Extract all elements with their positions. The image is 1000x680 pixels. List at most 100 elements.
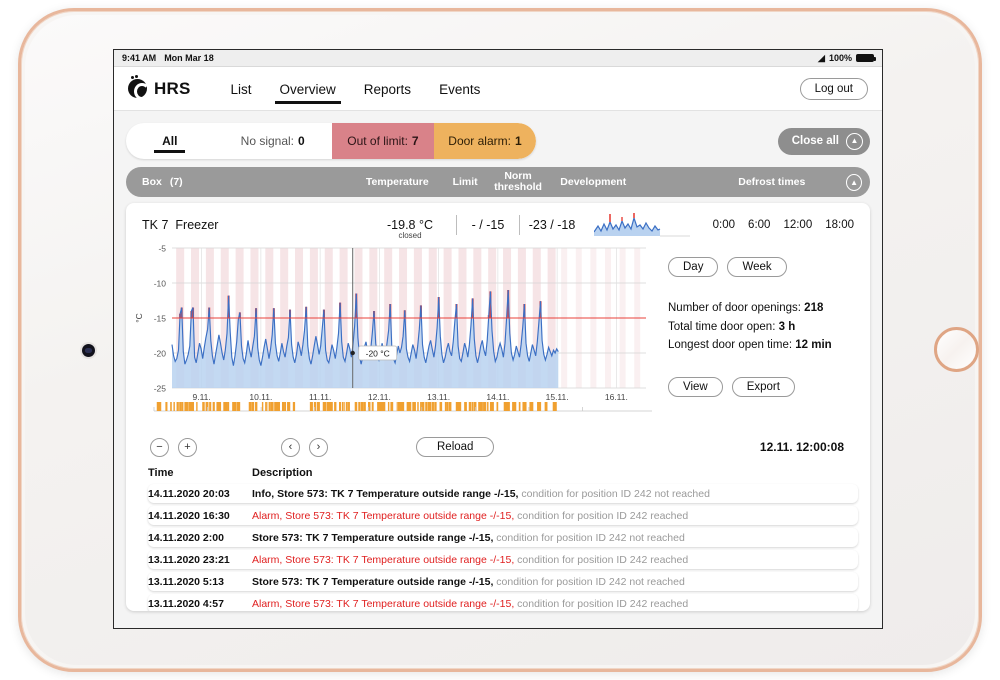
door-stat-longest: Longest door open time: 12 min: [668, 336, 860, 355]
door-stat-longest-value: 12 min: [795, 339, 832, 352]
chevron-left-icon[interactable]: ‹: [281, 437, 300, 457]
log-row-description-main: Store 573: TK 7 Temperature outside rang…: [252, 575, 494, 588]
tab-events[interactable]: Events: [437, 70, 482, 108]
column-box-label: Box: [142, 176, 162, 188]
pan-controls: ‹ ›: [281, 437, 328, 457]
svg-text:-10: -10: [154, 279, 167, 289]
device-card: TK 7 Freezer -19.8 °C closed - / -15 -23…: [126, 203, 870, 611]
log-row-description: Alarm, Store 573: TK 7 Temperature outsi…: [252, 598, 688, 610]
log-row-time: 13.11.2020 23:21: [148, 553, 230, 566]
export-button[interactable]: Export: [731, 376, 795, 397]
brand-name: HRS: [154, 78, 191, 98]
log-row-description: Store 573: TK 7 Temperature outside rang…: [252, 576, 685, 588]
filter-out-of-limit[interactable]: Out of limit: 7: [331, 123, 434, 159]
svg-text:-20: -20: [154, 349, 167, 359]
svg-text:14.11.: 14.11.: [486, 392, 509, 402]
door-axis-tick-2: 12:00: [783, 219, 813, 231]
log-row-time: 14.11.2020 16:30: [148, 509, 230, 522]
column-box-count: (7): [169, 176, 183, 188]
home-button[interactable]: [934, 327, 979, 372]
device-row[interactable]: TK 7 Freezer -19.8 °C closed - / -15 -23…: [126, 203, 870, 240]
column-norm-threshold-line2: threshold: [494, 181, 542, 193]
chevron-up-icon: ▲: [846, 132, 863, 150]
table-row[interactable]: 14.11.2020 16:30 Alarm, Store 573: TK 7 T…: [148, 506, 858, 525]
close-all-button[interactable]: Close all ▲: [777, 127, 870, 155]
door-stat-total-time: Total time door open: 3 h: [668, 318, 860, 337]
device-norm-threshold: -23 / -18: [528, 218, 576, 232]
log-row-description: Store 573: TK 7 Temperature outside rang…: [252, 532, 685, 544]
tab-list[interactable]: List: [229, 70, 254, 108]
filter-door-alarm-label: Door alarm:: [448, 134, 511, 148]
filter-door-alarm-count: 1: [514, 134, 522, 148]
log-row-description: Alarm, Store 573: TK 7 Temperature outsi…: [252, 554, 688, 566]
door-statistics: Number of door openings: 218 Total time …: [668, 299, 860, 355]
range-day-button[interactable]: Day: [668, 257, 719, 277]
filter-no-signal-count: 0: [298, 134, 305, 148]
device-id: TK 7: [142, 218, 169, 232]
filter-all-label: All: [162, 134, 178, 148]
chevron-right-icon[interactable]: ›: [309, 437, 328, 457]
door-axis-tick-1: 6:00: [748, 219, 771, 231]
table-row[interactable]: 14.11.2020 20:03 Info, Store 573: TK 7 Te…: [148, 484, 858, 503]
table-row[interactable]: 13.11.2020 4:57 Alarm, Store 573: TK 7 Te…: [148, 594, 858, 611]
door-stat-total-time-value: 3 h: [778, 320, 796, 333]
page-body: All No signal: 0 Out of limit: 7 Door al…: [114, 111, 882, 628]
filter-door-alarm[interactable]: Door alarm: 1: [433, 123, 536, 159]
app-navbar: HRS List Overview Reports Events Log out: [114, 67, 882, 111]
chevron-up-icon[interactable]: ▲: [846, 173, 862, 191]
tab-overview[interactable]: Overview: [274, 70, 342, 108]
plus-icon[interactable]: +: [178, 437, 197, 457]
log-header-time: Time: [148, 467, 174, 479]
log-row-time: 13.11.2020 5:13: [148, 575, 224, 588]
filter-no-signal[interactable]: No signal: 0: [213, 123, 331, 159]
range-buttons: Day Week: [668, 257, 860, 277]
nav-tabs: List Overview Reports Events: [229, 67, 483, 110]
log-row-description-main: Alarm, Store 573: TK 7 Temperature outsi…: [252, 553, 515, 566]
table-row[interactable]: 13.11.2020 5:13 Store 573: TK 7 Temperatu…: [148, 572, 858, 591]
log-header-description: Description: [252, 467, 313, 479]
minus-icon[interactable]: −: [150, 437, 169, 457]
action-buttons: View Export: [668, 376, 860, 397]
battery-icon: [856, 54, 876, 62]
event-log-header: Time Description: [148, 467, 858, 484]
filter-all[interactable]: All: [126, 123, 213, 159]
column-defrost-times: Defrost times: [738, 176, 806, 188]
svg-text:9.11.: 9.11.: [192, 392, 210, 402]
range-week-button[interactable]: Week: [727, 257, 787, 277]
event-log: Time Description 14.11.2020 20:03 Info, S…: [126, 457, 870, 611]
log-row-description: Alarm, Store 573: TK 7 Temperature outsi…: [252, 510, 688, 522]
door-stat-openings: Number of door openings: 218: [668, 299, 860, 318]
filter-out-of-limit-label: Out of limit:: [347, 134, 408, 148]
device-label: Freezer: [175, 218, 219, 232]
device-limit: - / -15: [471, 218, 505, 232]
battery-percent: 100%: [828, 53, 852, 63]
wifi-icon: ◢: [818, 52, 825, 63]
temperature-chart[interactable]: -5 -10 -15 -20 -25 9.11. 10.11. 11.11. 12.11. 13.…: [134, 240, 654, 432]
table-row[interactable]: 13.11.2020 23:21 Alarm, Store 573: TK 7 T…: [148, 550, 858, 569]
svg-text:°C: °C: [134, 313, 144, 323]
door-stat-openings-value: 218: [804, 302, 824, 314]
door-events-strip: [153, 402, 652, 412]
logout-button[interactable]: Log out: [799, 77, 868, 100]
log-row-description-main: Info, Store 573: TK 7 Temperature outsid…: [252, 487, 519, 500]
cursor-point: [350, 350, 355, 356]
reload-button[interactable]: Reload: [416, 437, 495, 457]
log-row-description-tail: condition for position ID 242 reached: [514, 597, 689, 610]
svg-text:10.11.: 10.11.: [249, 392, 272, 402]
chart-side-panel: Day Week Number of door openings: 218 To…: [654, 240, 860, 432]
door-stat-total-time-label: Total time door open:: [668, 320, 776, 333]
filter-out-of-limit-count: 7: [411, 134, 419, 148]
svg-text:12.11.: 12.11.: [368, 392, 391, 402]
log-row-description-tail: condition for position ID 242 reached: [514, 509, 689, 522]
door-stat-openings-label: Number of door openings:: [668, 302, 801, 314]
table-row[interactable]: 14.11.2020 2:00 Store 573: TK 7 Temperatu…: [148, 528, 858, 547]
log-row-time: 14.11.2020 20:03: [148, 487, 230, 500]
log-row-description-main: Alarm, Store 573: TK 7 Temperature outsi…: [252, 509, 515, 522]
svg-text:11.11.: 11.11.: [309, 392, 331, 402]
view-button[interactable]: View: [668, 376, 723, 397]
log-row-description-main: Store 573: TK 7 Temperature outside rang…: [252, 531, 494, 544]
chart-canvas[interactable]: -5 -10 -15 -20 -25 9.11. 10.11. 11.11. 12.11. 13.…: [134, 240, 654, 432]
close-all-label: Close all: [791, 135, 839, 147]
column-header-bar: Box (7) Temperature Limit Norm threshold…: [126, 167, 870, 197]
tab-reports[interactable]: Reports: [362, 70, 413, 108]
